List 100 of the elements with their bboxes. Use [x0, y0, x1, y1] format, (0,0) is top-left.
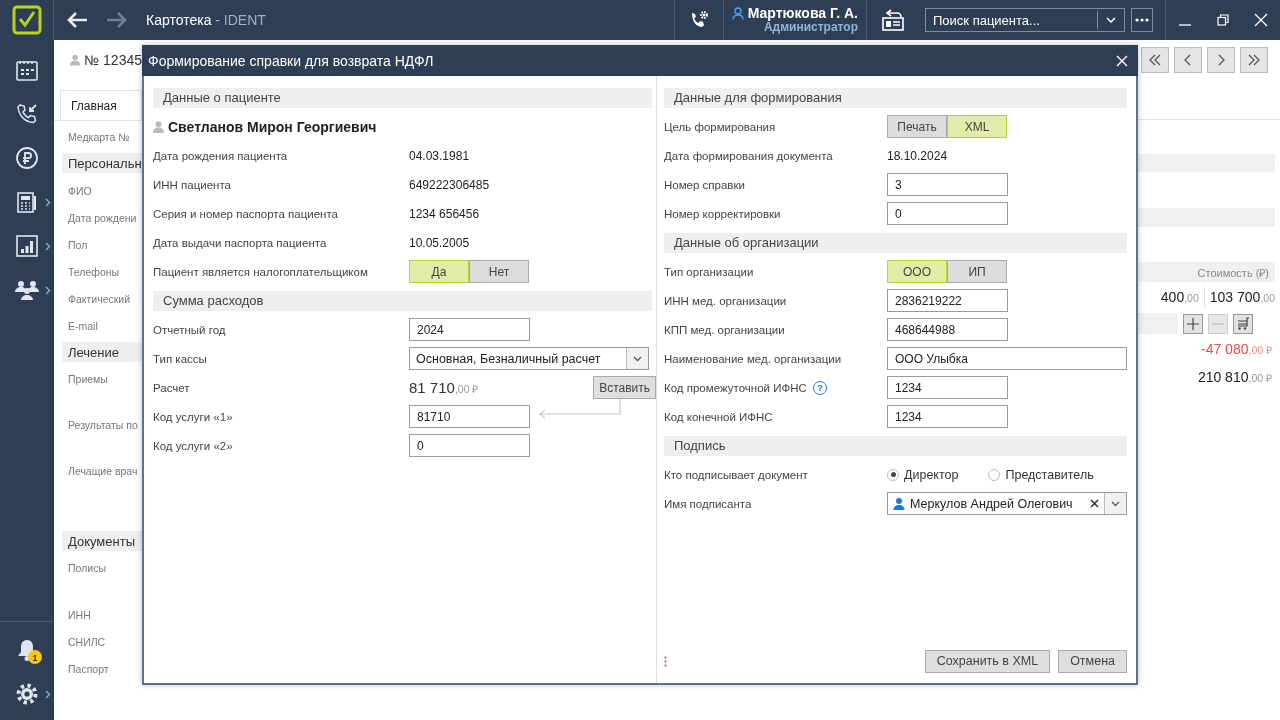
toggle-option[interactable]: Да: [409, 260, 469, 283]
person-icon: [153, 120, 164, 133]
field-value: 04.03.1981: [409, 148, 470, 163]
field-value: 1234 656456: [409, 206, 480, 221]
user-icon: [731, 6, 744, 20]
section-header: Документы: [62, 531, 142, 551]
input-field[interactable]: 0: [887, 202, 1008, 225]
toggle-option[interactable]: Нет: [469, 260, 529, 283]
amount: 81 710,00 ₽: [409, 379, 479, 396]
bar-chart-icon: [15, 234, 39, 258]
chevron-icon: [45, 690, 51, 699]
field-label: Результаты по: [68, 419, 138, 431]
field-label: Номер справки: [664, 178, 745, 191]
field-label: Кто подписывает документ: [664, 468, 808, 481]
forward-arrow-icon: [106, 11, 128, 29]
field-label: Дата формирования документа: [664, 149, 833, 162]
amount: -47 080,00 ₽: [1201, 341, 1272, 357]
radio-button[interactable]: Представитель: [988, 467, 1094, 482]
search-field[interactable]: Поиск пациента...: [926, 12, 1097, 28]
logo-icon: [11, 5, 42, 35]
ruble-icon: [15, 146, 39, 170]
dropdown[interactable]: Основная, Безналичный расчет: [409, 347, 649, 370]
person-dropdown[interactable]: Меркулов Андрей Олегович: [887, 492, 1127, 515]
input-field[interactable]: 468644988: [887, 318, 1008, 341]
more-button[interactable]: [1131, 8, 1153, 32]
field-label: ИНН: [68, 608, 91, 621]
last-button[interactable]: [1240, 47, 1268, 73]
patient-name: Светланов Мирон Георгиевич: [168, 118, 377, 135]
dialog-button[interactable]: Отмена: [1058, 649, 1127, 673]
input-field[interactable]: 3: [887, 173, 1008, 196]
field-label: ФИО: [68, 184, 92, 197]
field-label: Тип организации: [664, 265, 754, 278]
first-button[interactable]: [1141, 47, 1169, 73]
field-label: Расчет: [153, 381, 190, 394]
toggle-option[interactable]: Печать: [887, 115, 947, 138]
input-field[interactable]: 0: [409, 434, 530, 457]
notification-badge: 1: [28, 650, 42, 664]
field-label: Код промежуточной ИФНС: [664, 381, 807, 394]
user-role: Администратор: [763, 21, 858, 35]
chevron-right-icon: [1217, 54, 1225, 66]
field-label: Пол: [68, 238, 88, 251]
field-label: Пациент является налогоплательщиком: [153, 265, 368, 278]
tab[interactable]: Главная: [60, 90, 142, 120]
input-field[interactable]: 81710: [409, 405, 530, 428]
people-icon: [14, 278, 40, 302]
clear-icon[interactable]: [1090, 499, 1099, 508]
cart-button[interactable]: [1233, 313, 1253, 334]
back-arrow-icon: [66, 11, 88, 29]
field-value: 649222306485: [409, 177, 490, 192]
radio-button[interactable]: Директор: [887, 467, 959, 482]
field-label: Наименование мед. организации: [664, 352, 842, 365]
settings-icon: [15, 682, 39, 706]
plus-icon: [1187, 317, 1199, 330]
input-field[interactable]: 1234: [887, 376, 1008, 399]
chevron-icon: [45, 242, 51, 251]
close-icon: [1254, 13, 1268, 27]
id-card-icon: [881, 9, 905, 31]
field-label: Лечащие врач: [68, 465, 138, 477]
field-value: 18.10.2024: [887, 148, 948, 163]
section-header: Подпись: [664, 435, 1127, 456]
field-label: ИНН мед. организации: [664, 294, 787, 307]
field-label: СНИЛС: [68, 635, 106, 648]
field-label: Код услуги «1»: [153, 410, 233, 423]
toggle-option[interactable]: ООО: [887, 260, 947, 283]
field-label: E-mail: [68, 319, 98, 332]
record-number: № 12345: [84, 52, 142, 68]
field-label: Отчетный год: [153, 323, 226, 336]
input-field[interactable]: ООО Улыбка: [887, 347, 1127, 370]
dialog-button[interactable]: Сохранить в XML: [924, 649, 1051, 673]
calculator-icon: [15, 190, 39, 214]
field-label: Медкарта №: [68, 130, 130, 143]
sidebar-item[interactable]: 1: [0, 628, 54, 672]
chevron-icon: [45, 198, 51, 207]
more-icon: [1135, 18, 1149, 22]
toggle-option[interactable]: ИП: [947, 260, 1007, 283]
double-chevron-left-icon: [1148, 54, 1162, 66]
window-title: Картотека - IDENT: [146, 12, 266, 28]
field-value: 10.05.2005: [409, 235, 470, 250]
close-icon: [1116, 54, 1128, 67]
restore-icon: [1217, 14, 1229, 26]
amount: 400,00: [1160, 289, 1199, 305]
input-field[interactable]: 1234: [887, 405, 1008, 428]
field-label: Тип кассы: [153, 352, 207, 365]
field-label: Полисы: [68, 562, 106, 574]
amount: 103 700,00: [1209, 289, 1275, 305]
section-header: Данные для формирования: [664, 87, 1127, 108]
field-label: ИНН пациента: [153, 178, 231, 191]
input-field[interactable]: 2836219222: [887, 289, 1008, 312]
input-field[interactable]: [1138, 313, 1178, 334]
field-label: Телефоны: [68, 265, 120, 278]
input-field[interactable]: 2024: [409, 318, 530, 341]
section-header: Данные о пациенте: [153, 87, 652, 108]
chevron-icon: [45, 286, 51, 295]
search-box[interactable]: Поиск пациента...: [925, 8, 1125, 32]
insert-button[interactable]: Вставить: [593, 376, 656, 399]
section-header: Сумма расходов: [153, 290, 652, 311]
add-button[interactable]: [1183, 313, 1203, 334]
field-label: Фактический: [68, 292, 131, 305]
dropdown-caret-icon[interactable]: [1106, 17, 1116, 23]
toggle-option[interactable]: XML: [947, 115, 1007, 138]
